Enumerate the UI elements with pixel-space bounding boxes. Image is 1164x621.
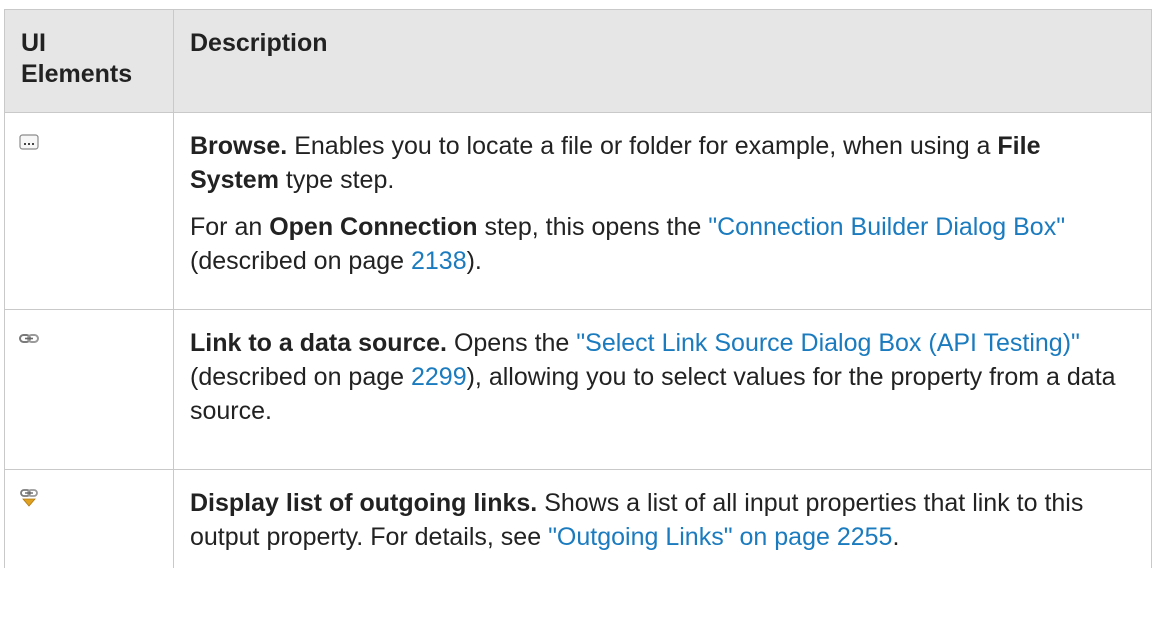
outgoing-links-link[interactable]: "Outgoing Links" on page 2255 (548, 523, 892, 551)
table-row: Display list of outgoing links. Shows a … (4, 469, 1152, 568)
term-label: Browse. (190, 132, 288, 160)
ui-element-cell (4, 309, 174, 470)
table-header-row: UI Elements Description (4, 9, 1152, 113)
description-text: (described on page (190, 363, 411, 391)
description-text: (described on page (190, 247, 411, 275)
description-text: . (892, 523, 900, 551)
description-text: Enables you to locate a file or folder f… (287, 132, 998, 160)
select-link-source-link[interactable]: "Select Link Source Dialog Box (API Test… (576, 329, 1080, 357)
description-cell: Browse. Enables you to locate a file or … (173, 112, 1152, 310)
description-cell: Display list of outgoing links. Shows a … (173, 469, 1152, 568)
description-paragraph: Link to a data source. Opens the "Select… (190, 326, 1135, 428)
description-text: ). (466, 247, 482, 275)
outgoing-links-icon (19, 484, 39, 507)
term-label: Link to a data source. (190, 329, 448, 357)
ui-element-cell (4, 469, 174, 568)
description-text: step, this opens the (477, 213, 709, 241)
connection-builder-link[interactable]: "Connection Builder Dialog Box" (708, 213, 1065, 241)
description-text: Opens the (447, 329, 577, 357)
page-number-link[interactable]: 2299 (411, 363, 467, 391)
term-label: Display list of outgoing links. (190, 489, 538, 517)
chain-link-icon (19, 324, 39, 344)
description-text: type step. (278, 166, 395, 194)
description-text: For an (190, 213, 270, 241)
table-row: Browse. Enables you to locate a file or … (4, 112, 1152, 310)
ui-element-cell (4, 112, 174, 310)
page-number-link[interactable]: 2138 (411, 247, 467, 275)
description-cell: Link to a data source. Opens the "Select… (173, 309, 1152, 470)
ui-elements-table: UI Elements Description Browse. Enables … (4, 9, 1152, 568)
description-header: Description (173, 9, 1152, 113)
term-label: Open Connection (269, 213, 478, 241)
description-paragraph: For an Open Connection step, this opens … (190, 210, 1135, 278)
ui-elements-header: UI Elements (4, 9, 174, 113)
table-row: Link to a data source. Opens the "Select… (4, 309, 1152, 470)
description-paragraph: Browse. Enables you to locate a file or … (190, 129, 1135, 197)
description-paragraph: Display list of outgoing links. Shows a … (190, 486, 1135, 554)
browse-ellipsis-icon (19, 127, 39, 150)
